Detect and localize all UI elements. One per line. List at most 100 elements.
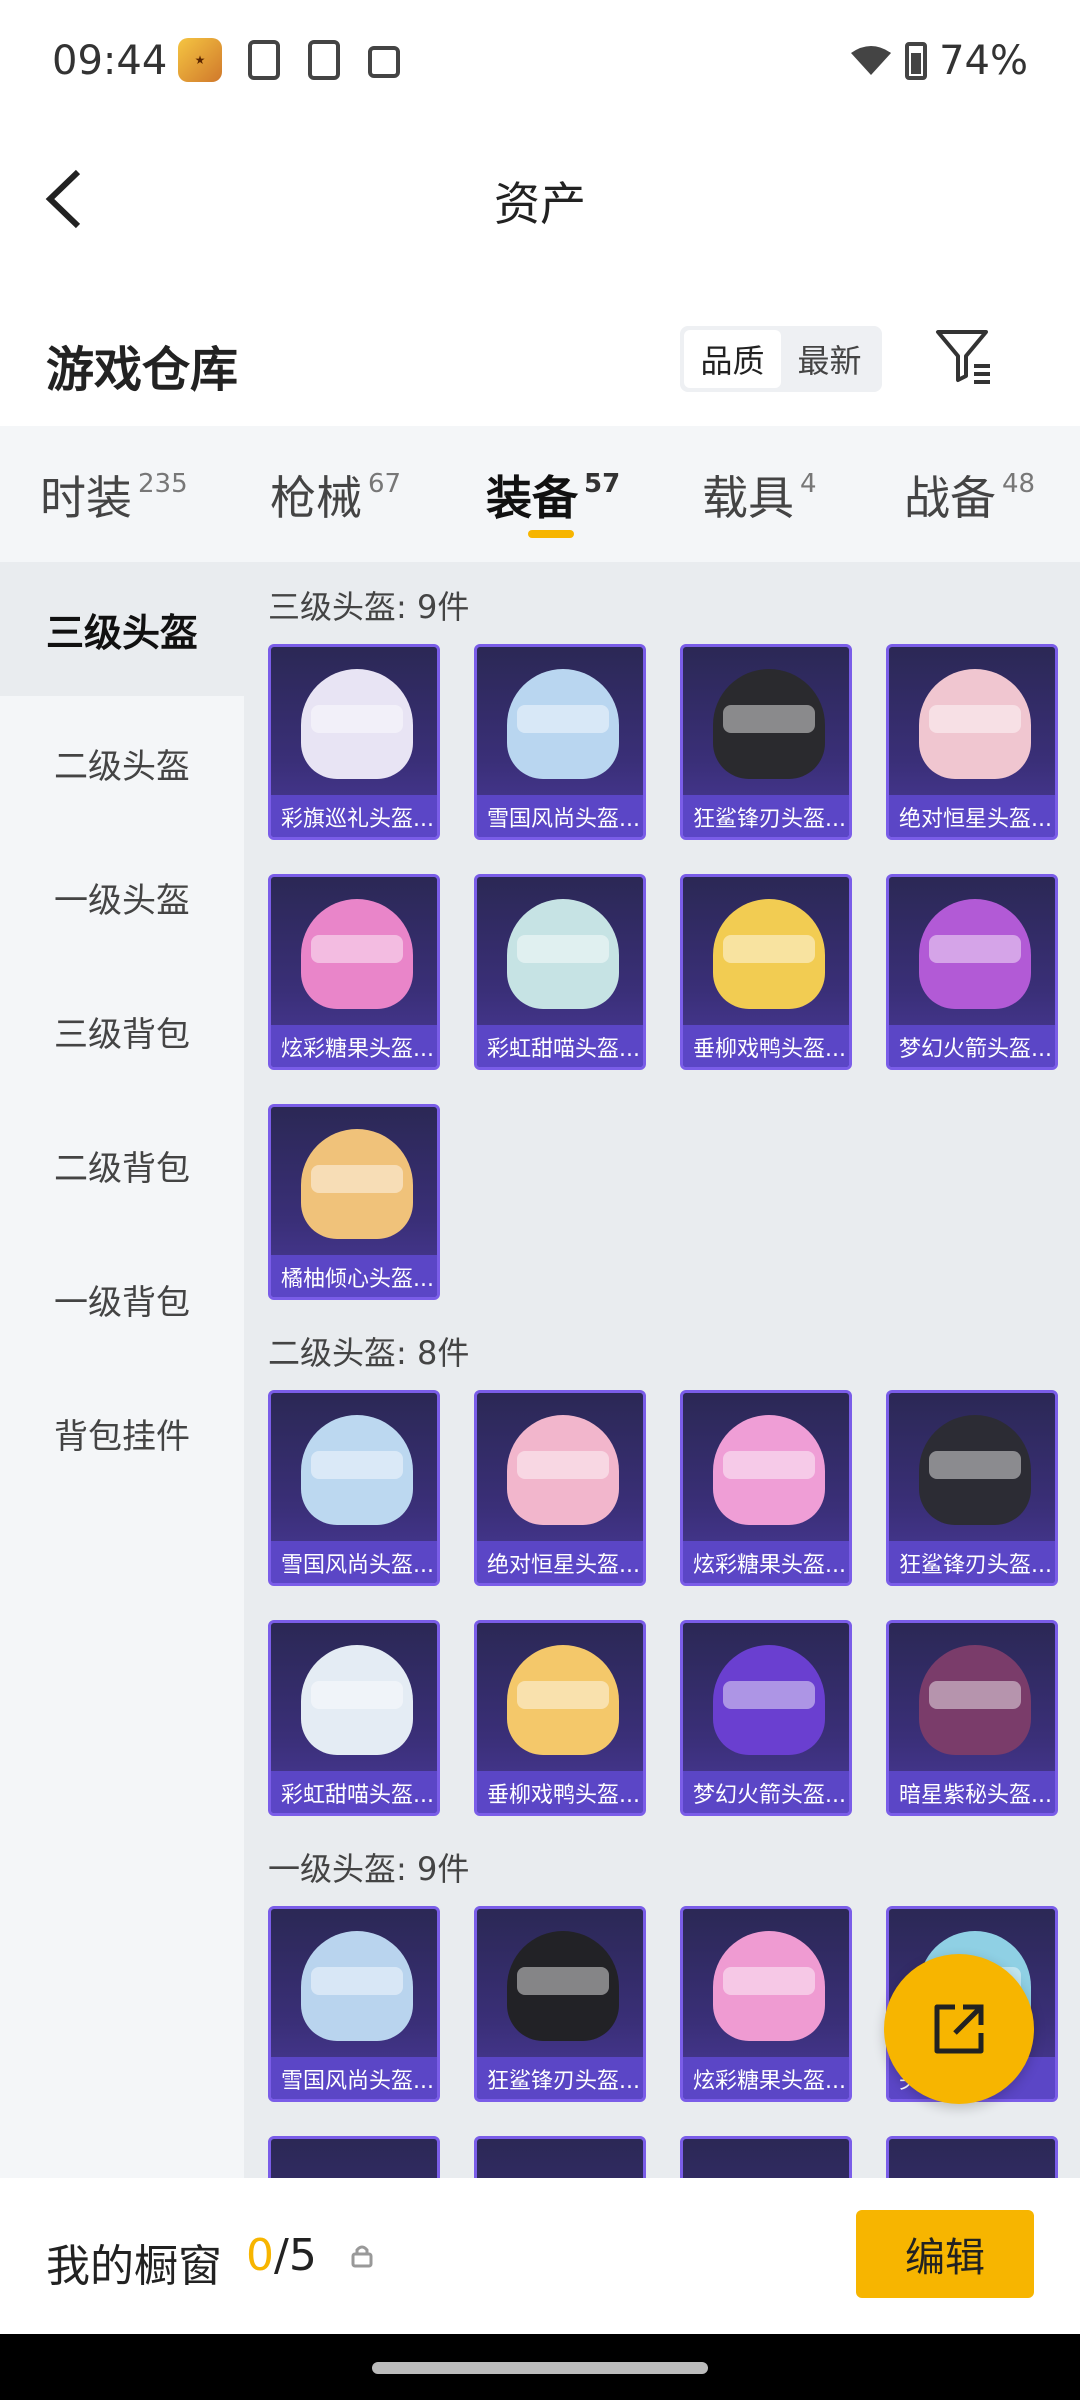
helmet-image [713, 1931, 825, 2041]
item-card[interactable]: 狂鲨锋刃头盔... [474, 1906, 646, 2102]
item-name: 垂柳戏鸭头盔... [477, 1771, 643, 1813]
item-card[interactable]: 雪国风尚头盔... [474, 644, 646, 840]
sidebar-item-level2-helmet[interactable]: 二级头盔 [0, 696, 244, 830]
section-title: 三级头盔: 9件 [268, 588, 470, 626]
tab-count: 67 [368, 469, 402, 499]
status-bar: 09:44 ★ 74% [0, 0, 1080, 124]
tab-count: 48 [1002, 469, 1036, 499]
sort-quality-button[interactable]: 品质 [684, 330, 781, 388]
system-nav-bar [0, 2334, 1080, 2400]
item-card[interactable]: 彩虹甜喵头盔... [474, 874, 646, 1070]
wifi-icon [851, 46, 892, 75]
filter-icon[interactable] [934, 326, 994, 386]
sort-toggle: 品质 最新 [680, 326, 882, 392]
item-card[interactable]: 炫彩糖果头盔... [680, 1906, 852, 2102]
helmet-image [919, 1415, 1031, 1525]
item-card[interactable]: 炫彩糖果头盔... [680, 1390, 852, 1586]
sidebar-item-level3-helmet[interactable]: 三级头盔 [0, 562, 244, 696]
share-icon [934, 2004, 984, 2054]
tab-count: 235 [138, 469, 188, 499]
battery-icon [905, 42, 928, 80]
item-name: 炫彩糖果头盔... [683, 2057, 849, 2099]
item-name: 炫彩糖果头盔... [271, 1025, 437, 1067]
tab-weapons[interactable]: 枪械 67 [270, 462, 401, 528]
item-card[interactable]: 狂鲨锋刃头盔... [680, 644, 852, 840]
active-tab-indicator [528, 530, 574, 538]
item-card[interactable]: 绝对恒星头盔... [886, 644, 1058, 840]
tab-label: 载具 [702, 471, 794, 525]
sidebar-item-level2-backpack[interactable]: 二级背包 [0, 1098, 244, 1232]
category-tabs: 时装 235 枪械 67 装备 57 载具 4 战备 48 [0, 426, 1080, 562]
item-card[interactable]: 狂鲨锋刃头盔... [886, 1390, 1058, 1586]
item-card[interactable]: 雪国风尚头盔... [268, 1906, 440, 2102]
section-title: 一级头盔: 9件 [268, 1850, 470, 1888]
item-card[interactable] [886, 2136, 1058, 2178]
item-name: 雪国风尚头盔... [271, 2057, 437, 2099]
item-card[interactable]: 彩旗巡礼头盔... [268, 644, 440, 840]
item-name: 彩虹甜喵头盔... [271, 1771, 437, 1813]
helmet-image [507, 1931, 619, 2041]
tab-label: 战备 [904, 471, 996, 525]
sort-newest-button[interactable]: 最新 [781, 330, 878, 388]
lock-icon [351, 2245, 373, 2268]
item-name: 橘柚倾心头盔... [271, 1255, 437, 1297]
item-card[interactable]: 梦幻火箭头盔... [680, 1620, 852, 1816]
item-name: 梦幻火箭头盔... [683, 1771, 849, 1813]
tab-equipment[interactable]: 装备 57 [486, 462, 620, 528]
warehouse-title: 游戏仓库 [46, 342, 239, 398]
tab-label: 枪械 [270, 471, 362, 525]
item-card[interactable]: 雪国风尚头盔... [268, 1390, 440, 1586]
tab-count: 4 [800, 469, 817, 499]
helmet-image [713, 1415, 825, 1525]
item-name: 暗星紫秘头盔... [889, 1771, 1055, 1813]
item-card[interactable]: 绝对恒星头盔... [474, 1390, 646, 1586]
sidebar-item-level3-backpack[interactable]: 三级背包 [0, 964, 244, 1098]
tab-supplies[interactable]: 战备 48 [904, 462, 1035, 528]
item-name: 狂鲨锋刃头盔... [683, 795, 849, 837]
helmet-image [301, 899, 413, 1009]
item-grid-area: 三级头盔: 9件 彩旗巡礼头盔... 雪国风尚头盔... 狂鲨锋刃头盔... 绝… [244, 562, 1080, 2178]
item-name: 彩虹甜喵头盔... [477, 1025, 643, 1067]
helmet-image [301, 1645, 413, 1755]
helmet-image [713, 1645, 825, 1755]
phone-sync-icon [248, 40, 280, 80]
sidebar-item-level1-backpack[interactable]: 一级背包 [0, 1232, 244, 1366]
showcase-bar: 我的橱窗 0/5 编辑 [0, 2178, 1080, 2334]
share-button[interactable] [884, 1954, 1034, 2104]
tab-fashion[interactable]: 时装 235 [40, 462, 188, 528]
helmet-image [713, 669, 825, 779]
helmet-image [301, 1129, 413, 1239]
helmet-image [507, 899, 619, 1009]
page-title: 资产 [494, 177, 586, 231]
item-card[interactable]: 炫彩糖果头盔... [268, 874, 440, 1070]
item-card[interactable]: 垂柳戏鸭头盔... [474, 1620, 646, 1816]
item-name: 梦幻火箭头盔... [889, 1025, 1055, 1067]
item-name: 雪国风尚头盔... [271, 1541, 437, 1583]
item-card[interactable] [474, 2136, 646, 2178]
showcase-count-current: 0 [246, 2230, 274, 2281]
helmet-image [301, 669, 413, 779]
section-title: 二级头盔: 8件 [268, 1334, 470, 1372]
edit-button[interactable]: 编辑 [856, 2210, 1034, 2298]
sidebar-item-backpack-charm[interactable]: 背包挂件 [0, 1366, 244, 1500]
helmet-image [301, 1931, 413, 2041]
item-card[interactable]: 暗星紫秘头盔... [886, 1620, 1058, 1816]
helmet-image [507, 1645, 619, 1755]
item-name: 绝对恒星头盔... [477, 1541, 643, 1583]
item-name: 狂鲨锋刃头盔... [477, 2057, 643, 2099]
sidebar-item-level1-helmet[interactable]: 一级头盔 [0, 830, 244, 964]
item-card[interactable]: 垂柳戏鸭头盔... [680, 874, 852, 1070]
item-name: 狂鲨锋刃头盔... [889, 1541, 1055, 1583]
item-card[interactable]: 梦幻火箭头盔... [886, 874, 1058, 1070]
helmet-image [919, 1645, 1031, 1755]
tab-vehicles[interactable]: 载具 4 [702, 462, 817, 528]
home-handle[interactable] [372, 2362, 708, 2374]
showcase-count-total: /5 [274, 2230, 317, 2281]
item-name: 彩旗巡礼头盔... [271, 795, 437, 837]
item-card[interactable] [268, 2136, 440, 2178]
tab-label: 时装 [40, 471, 132, 525]
item-card[interactable]: 彩虹甜喵头盔... [268, 1620, 440, 1816]
item-card[interactable] [680, 2136, 852, 2178]
item-card[interactable]: 橘柚倾心头盔... [268, 1104, 440, 1300]
helmet-image [713, 899, 825, 1009]
